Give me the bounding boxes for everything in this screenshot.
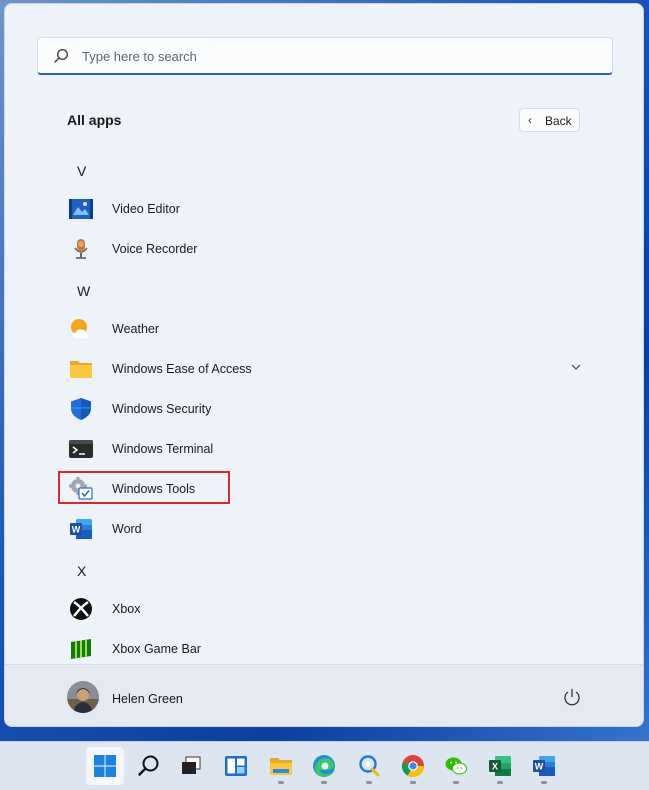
word-taskbar-button[interactable]: W: [525, 747, 563, 785]
svg-text:W: W: [535, 762, 544, 772]
edge-button[interactable]: [305, 747, 343, 785]
app-name: Windows Security: [112, 402, 212, 416]
app-video-editor[interactable]: Video Editor: [63, 191, 583, 227]
wechat-icon: [445, 757, 467, 775]
terminal-icon: [69, 440, 93, 458]
shield-icon: [71, 398, 91, 420]
app-xbox[interactable]: Xbox: [63, 591, 583, 627]
windows-start-icon: [94, 755, 116, 777]
app-windows-security[interactable]: Windows Security: [63, 391, 583, 427]
app-name: Voice Recorder: [112, 242, 198, 256]
avatar[interactable]: [67, 681, 99, 713]
search-box[interactable]: Type here to search: [37, 37, 613, 75]
search-placeholder: Type here to search: [82, 49, 197, 64]
app-xbox-game-bar[interactable]: Xbox Game Bar: [63, 631, 583, 667]
app-name: Word: [112, 522, 142, 536]
running-indicator: [278, 781, 284, 784]
app-name: Xbox: [112, 602, 141, 616]
video-editor-icon: [69, 199, 93, 219]
maps-icon: [359, 755, 380, 777]
highlight-box: [58, 471, 230, 504]
app-name: Windows Ease of Access: [112, 362, 252, 376]
xbox-game-bar-icon: [71, 639, 91, 659]
svg-text:W: W: [72, 525, 81, 535]
maps-button[interactable]: [350, 747, 388, 785]
app-voice-recorder[interactable]: Voice Recorder: [63, 231, 583, 267]
chevron-left-icon: ‹: [528, 113, 532, 127]
word-icon: W: [70, 519, 92, 539]
app-word[interactable]: W Word: [63, 511, 583, 547]
user-name[interactable]: Helen Green: [112, 692, 183, 706]
edge-icon: [313, 755, 335, 777]
running-indicator: [541, 781, 547, 784]
start-menu: Type here to search All apps ‹ Back V Vi…: [4, 3, 644, 727]
back-button-label: Back: [545, 114, 572, 128]
group-letter-w[interactable]: W: [77, 283, 90, 299]
group-letter-x[interactable]: X: [77, 563, 86, 579]
chrome-button[interactable]: [394, 747, 432, 785]
weather-icon: [71, 319, 91, 340]
folder-windows-ease-of-access[interactable]: Windows Ease of Access: [63, 351, 583, 387]
group-letter-v[interactable]: V: [77, 163, 86, 179]
svg-text:X: X: [492, 762, 498, 772]
back-button[interactable]: ‹ Back: [519, 108, 580, 132]
app-name: Windows Terminal: [112, 442, 214, 456]
running-indicator: [366, 781, 372, 784]
folder-icon: [70, 361, 92, 378]
task-view-button[interactable]: [172, 747, 210, 785]
widgets-icon: [225, 756, 247, 776]
search-icon: [138, 755, 159, 776]
all-apps-heading: All apps: [67, 112, 122, 128]
search-icon: [54, 48, 69, 63]
xbox-icon: [70, 598, 92, 620]
running-indicator: [410, 781, 416, 784]
running-indicator: [453, 781, 459, 784]
app-name: Weather: [112, 322, 160, 336]
chrome-icon: [401, 755, 424, 777]
app-name: Video Editor: [112, 202, 180, 216]
wechat-button[interactable]: [437, 747, 475, 785]
file-explorer-button[interactable]: [262, 747, 300, 785]
chevron-down-icon[interactable]: [569, 360, 583, 374]
word-icon: W: [533, 756, 555, 776]
app-weather[interactable]: Weather: [63, 311, 583, 347]
running-indicator: [321, 781, 327, 784]
microphone-icon: [74, 239, 88, 259]
running-indicator: [497, 781, 503, 784]
file-explorer-icon: [270, 758, 292, 775]
power-icon[interactable]: [562, 687, 582, 707]
task-view-icon: [182, 756, 201, 774]
app-windows-terminal[interactable]: Windows Terminal: [63, 431, 583, 467]
start-footer: Helen Green: [5, 664, 643, 726]
taskbar-search-button[interactable]: [130, 747, 168, 785]
start-button[interactable]: [86, 747, 124, 785]
app-name: Xbox Game Bar: [112, 642, 201, 656]
excel-button[interactable]: X: [481, 747, 519, 785]
widgets-button[interactable]: [217, 747, 255, 785]
excel-icon: X: [489, 756, 511, 776]
taskbar: X W: [0, 741, 649, 790]
